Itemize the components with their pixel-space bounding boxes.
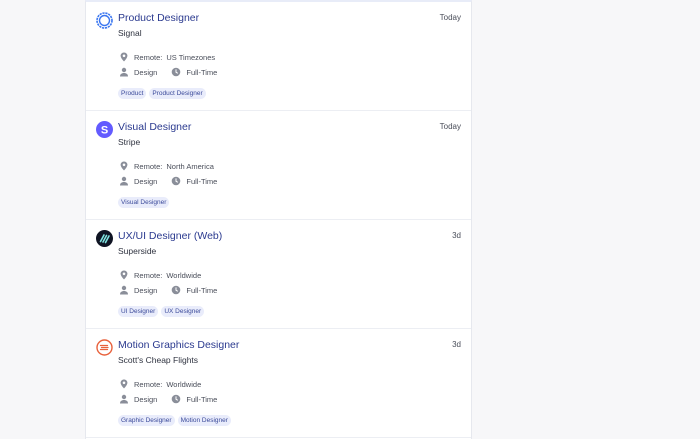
location-pin-icon bbox=[119, 379, 129, 389]
tag-list: Product Product Designer bbox=[118, 88, 206, 99]
person-icon bbox=[119, 67, 129, 77]
location-row: Remote: Worldwide bbox=[119, 270, 201, 280]
job-card[interactable]: S Visual Designer Stripe Today Remote: N… bbox=[86, 111, 471, 220]
job-list: Product Designer Signal Today Remote: US… bbox=[85, 0, 472, 439]
company-name: Superside bbox=[118, 246, 157, 256]
posted-date: 3d bbox=[452, 340, 461, 349]
category-value: Design bbox=[134, 67, 158, 77]
meta-row: Design Full-Time bbox=[119, 285, 217, 295]
location-row: Remote: North America bbox=[119, 161, 214, 171]
location-pin-icon bbox=[119, 270, 129, 280]
job-card[interactable]: Product Designer Signal Today Remote: US… bbox=[86, 2, 471, 111]
tag-list: Graphic Designer Motion Designer bbox=[118, 415, 231, 426]
location-value: Worldwide bbox=[166, 379, 202, 389]
location-pin-icon bbox=[119, 52, 129, 62]
company-name: Signal bbox=[118, 28, 142, 38]
clock-icon bbox=[171, 394, 181, 404]
tag[interactable]: UI Designer bbox=[118, 306, 159, 317]
posted-date: Today bbox=[439, 122, 461, 131]
location-value: Worldwide bbox=[166, 270, 202, 280]
employment-type: Full-Time bbox=[186, 285, 218, 295]
signal-logo-icon bbox=[96, 12, 113, 29]
location-label: Remote: bbox=[134, 52, 163, 62]
company-name: Stripe bbox=[118, 137, 141, 147]
svg-text:S: S bbox=[101, 124, 108, 136]
location-label: Remote: bbox=[134, 161, 163, 171]
person-icon bbox=[119, 176, 129, 186]
location-label: Remote: bbox=[134, 270, 163, 280]
job-card[interactable]: Motion Graphics Designer Scott's Cheap F… bbox=[86, 329, 471, 438]
company-name: Scott's Cheap Flights bbox=[118, 355, 199, 365]
location-value: North America bbox=[166, 161, 214, 171]
clock-icon bbox=[171, 176, 181, 186]
job-title-link[interactable]: UX/UI Designer (Web) bbox=[118, 230, 222, 242]
person-icon bbox=[119, 394, 129, 404]
location-row: Remote: US Timezones bbox=[119, 52, 215, 62]
tag[interactable]: Product bbox=[118, 88, 147, 99]
meta-row: Design Full-Time bbox=[119, 394, 217, 404]
tag-list: UI Designer UX Designer bbox=[118, 306, 205, 317]
superside-logo-icon bbox=[96, 230, 113, 247]
posted-date: 3d bbox=[452, 231, 461, 240]
page: Product Designer Signal Today Remote: US… bbox=[0, 0, 700, 439]
location-pin-icon bbox=[119, 161, 129, 171]
meta-row: Design Full-Time bbox=[119, 67, 217, 77]
location-label: Remote: bbox=[134, 379, 163, 389]
category-value: Design bbox=[134, 394, 158, 404]
job-title-link[interactable]: Motion Graphics Designer bbox=[118, 339, 239, 351]
tag[interactable]: Visual Designer bbox=[118, 197, 170, 208]
category-value: Design bbox=[134, 285, 158, 295]
stripe-logo-icon: S bbox=[96, 121, 113, 138]
clock-icon bbox=[171, 285, 181, 295]
employment-type: Full-Time bbox=[186, 67, 218, 77]
posted-date: Today bbox=[439, 13, 461, 22]
job-title-link[interactable]: Visual Designer bbox=[118, 121, 191, 133]
job-title-link[interactable]: Product Designer bbox=[118, 12, 199, 24]
employment-type: Full-Time bbox=[186, 394, 218, 404]
meta-row: Design Full-Time bbox=[119, 176, 217, 186]
scotts-cheap-flights-logo-icon bbox=[96, 339, 113, 356]
tag[interactable]: Product Designer bbox=[149, 88, 206, 99]
tag[interactable]: UX Designer bbox=[161, 306, 205, 317]
tag[interactable]: Graphic Designer bbox=[118, 415, 175, 426]
job-card[interactable]: UX/UI Designer (Web) Superside 3d Remote… bbox=[86, 220, 471, 329]
person-icon bbox=[119, 285, 129, 295]
clock-icon bbox=[171, 67, 181, 77]
tag-list: Visual Designer bbox=[118, 197, 170, 208]
tag[interactable]: Motion Designer bbox=[177, 415, 231, 426]
location-value: US Timezones bbox=[166, 52, 216, 62]
employment-type: Full-Time bbox=[186, 176, 218, 186]
location-row: Remote: Worldwide bbox=[119, 379, 201, 389]
category-value: Design bbox=[134, 176, 158, 186]
